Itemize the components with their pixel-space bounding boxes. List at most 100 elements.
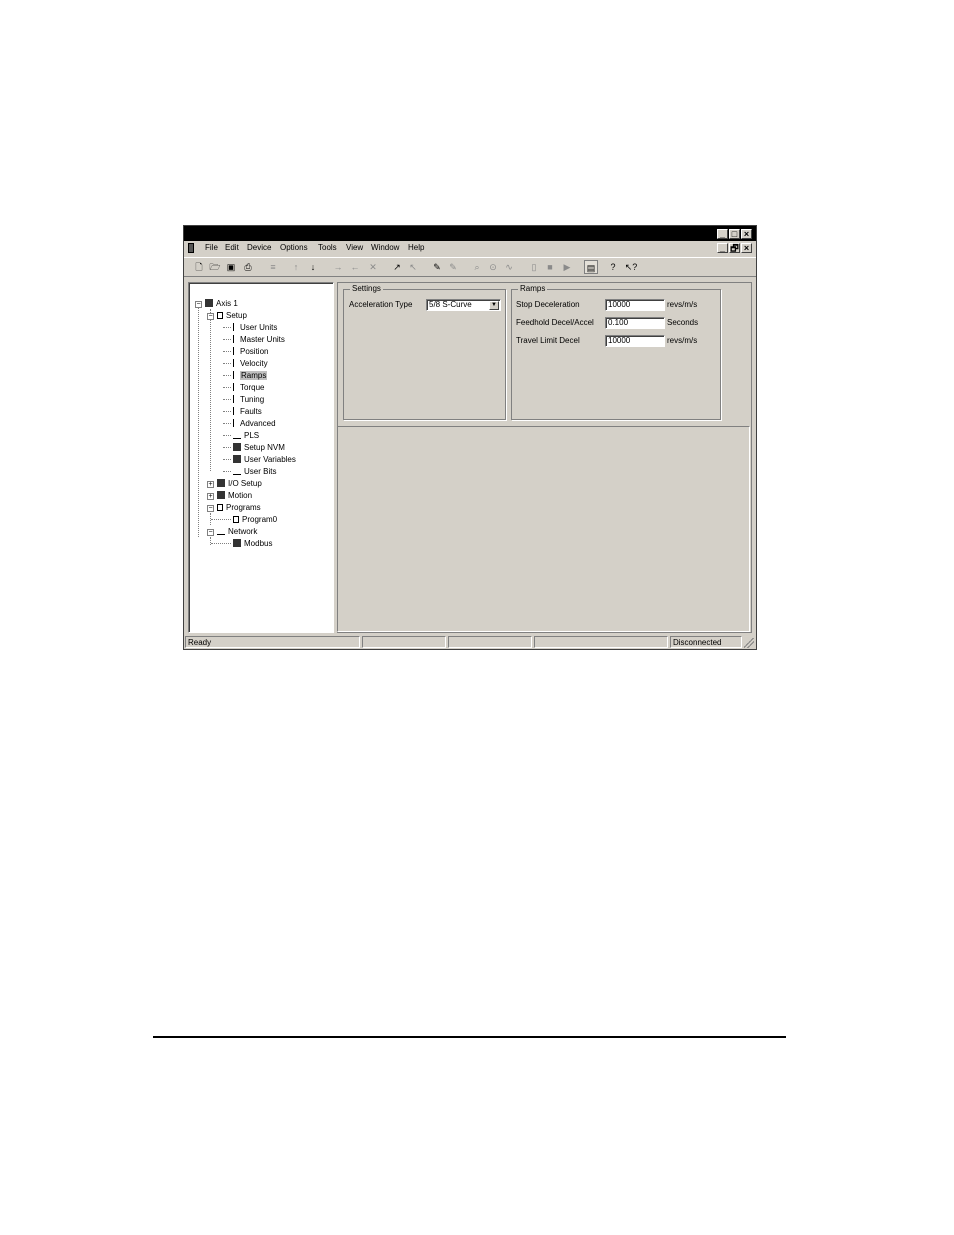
forward-icon[interactable]: → — [331, 260, 345, 274]
application-window: _ □ × File Edit Device Options Tools Vie… — [183, 225, 757, 650]
variables-icon — [233, 455, 241, 463]
collapse-network-icon[interactable]: − — [207, 529, 214, 536]
tree-item-user-bits[interactable]: User Bits — [233, 467, 276, 476]
scope-icon[interactable]: ∿ — [502, 260, 516, 274]
back-icon[interactable]: ← — [348, 260, 362, 274]
edit-icon[interactable]: ✎ — [430, 260, 444, 274]
network-icon — [217, 530, 225, 535]
tree-item-user-units[interactable]: User Units — [233, 323, 277, 332]
zoom-icon[interactable]: ⌕ — [470, 260, 484, 274]
resize-grip-icon[interactable] — [744, 638, 754, 648]
tree-item-ramps[interactable]: Ramps — [233, 371, 268, 380]
tree-item-velocity[interactable]: Velocity — [233, 359, 268, 368]
io-icon — [217, 479, 225, 487]
toolbar: 🗋 🗁 ▣ ⎙ ≡ ↑ ↓ → ← ✕ ↗ ↖ ✎ ✎ ⌕ ⊙ ∿ ▯ ■ ▶ … — [184, 257, 756, 277]
collapse-axis-icon[interactable]: − — [195, 301, 202, 308]
doc-close-button[interactable]: × — [741, 243, 752, 253]
expand-io-icon[interactable]: + — [207, 481, 214, 488]
project-tree[interactable]: − Axis 1 − Setup User Units Master Units… — [188, 282, 334, 633]
acceleration-type-select[interactable]: 5/8 S-Curve ▼ — [426, 299, 501, 311]
cancel-icon[interactable]: ✕ — [366, 260, 380, 274]
menu-edit[interactable]: Edit — [225, 243, 239, 252]
doc-minimize-button[interactable]: _ — [717, 243, 728, 253]
nvm-icon — [233, 443, 241, 451]
collapse-programs-icon[interactable]: − — [207, 505, 214, 512]
new-icon[interactable]: 🗋 — [192, 260, 206, 274]
feedhold-field[interactable]: 0.100 — [605, 317, 665, 329]
stop-deceleration-field[interactable]: 10000 — [605, 299, 665, 311]
tree-item-torque[interactable]: Torque — [233, 383, 264, 392]
stop-icon[interactable]: ■ — [543, 260, 557, 274]
bookmark-icon[interactable]: ▯ — [527, 260, 541, 274]
tree-item-setup[interactable]: Setup — [217, 311, 247, 320]
status-cell-4 — [534, 636, 668, 648]
menu-options[interactable]: Options — [280, 243, 308, 252]
tree-item-modbus[interactable]: Modbus — [233, 539, 272, 548]
chevron-down-icon[interactable]: ▼ — [489, 301, 499, 310]
open-icon[interactable]: 🗁 — [208, 260, 222, 274]
upload-icon[interactable]: ↑ — [289, 260, 303, 274]
menu-file[interactable]: File — [205, 243, 218, 252]
help-icon[interactable]: ? — [606, 260, 620, 274]
menu-help[interactable]: Help — [408, 243, 424, 252]
param-icon — [233, 407, 237, 415]
acceleration-type-label: Acceleration Type — [349, 300, 413, 309]
param-icon — [233, 395, 237, 403]
menu-window[interactable]: Window — [371, 243, 399, 252]
tree-item-programs[interactable]: Programs — [217, 503, 261, 512]
travel-limit-unit: revs/m/s — [667, 336, 698, 345]
status-cell-3 — [448, 636, 532, 648]
play-icon[interactable]: ▶ — [560, 260, 574, 274]
param-icon — [233, 347, 237, 355]
tree-item-axis[interactable]: Axis 1 — [205, 299, 238, 308]
menu-view[interactable]: View — [346, 243, 363, 252]
tree-item-user-variables[interactable]: User Variables — [233, 455, 296, 464]
param-icon — [233, 419, 237, 427]
tree-item-setup-nvm[interactable]: Setup NVM — [233, 443, 285, 452]
param-icon — [233, 335, 237, 343]
print-icon[interactable]: ⎙ — [241, 260, 255, 274]
tree-item-pls[interactable]: PLS — [233, 431, 259, 440]
expand-motion-icon[interactable]: + — [207, 493, 214, 500]
probe-icon[interactable]: ⊙ — [486, 260, 500, 274]
tree-item-faults[interactable]: Faults — [233, 407, 262, 416]
acceleration-type-value: 5/8 S-Curve — [429, 300, 472, 309]
collapse-setup-icon[interactable]: − — [207, 313, 214, 320]
step-icon[interactable]: ↗ — [390, 260, 404, 274]
maximize-button[interactable]: □ — [729, 229, 740, 239]
program-icon — [233, 516, 239, 523]
document-icon[interactable] — [188, 243, 194, 253]
close-button[interactable]: × — [741, 229, 752, 239]
title-bar[interactable]: _ □ × — [184, 226, 756, 241]
tree-item-program0[interactable]: Program0 — [233, 515, 277, 524]
connection-status: Disconnected — [670, 636, 742, 648]
download-icon[interactable]: ↓ — [306, 260, 320, 274]
stop-deceleration-unit: revs/m/s — [667, 300, 698, 309]
step-back-icon[interactable]: ↖ — [406, 260, 420, 274]
save-icon[interactable]: ▣ — [224, 260, 238, 274]
param-icon — [233, 383, 237, 391]
window-icon[interactable]: ▤ — [584, 260, 598, 274]
tree-item-network[interactable]: Network — [217, 527, 257, 536]
menu-device[interactable]: Device — [247, 243, 271, 252]
ramps-group: Ramps Stop Deceleration 10000 revs/m/s F… — [511, 284, 721, 420]
doc-restore-button[interactable]: 🗗 — [729, 243, 740, 253]
context-help-icon[interactable]: ↖? — [624, 260, 638, 274]
bits-icon — [233, 470, 241, 475]
menu-tools[interactable]: Tools — [318, 243, 337, 252]
setup-icon — [217, 312, 223, 319]
edit2-icon[interactable]: ✎ — [446, 260, 460, 274]
tree-item-io-setup[interactable]: I/O Setup — [217, 479, 262, 488]
tree-item-tuning[interactable]: Tuning — [233, 395, 264, 404]
status-text: Ready — [185, 636, 360, 648]
tree-item-position[interactable]: Position — [233, 347, 268, 356]
tree-item-master-units[interactable]: Master Units — [233, 335, 285, 344]
minimize-button[interactable]: _ — [717, 229, 728, 239]
export-icon[interactable]: ≡ — [266, 260, 280, 274]
travel-limit-field[interactable]: 10000 — [605, 335, 665, 347]
tree-item-motion[interactable]: Motion — [217, 491, 252, 500]
tree-item-advanced[interactable]: Advanced — [233, 419, 276, 428]
settings-group: Settings Acceleration Type 5/8 S-Curve ▼ — [343, 284, 506, 420]
stop-deceleration-label: Stop Deceleration — [516, 300, 580, 309]
menu-bar: File Edit Device Options Tools View Wind… — [184, 241, 756, 255]
